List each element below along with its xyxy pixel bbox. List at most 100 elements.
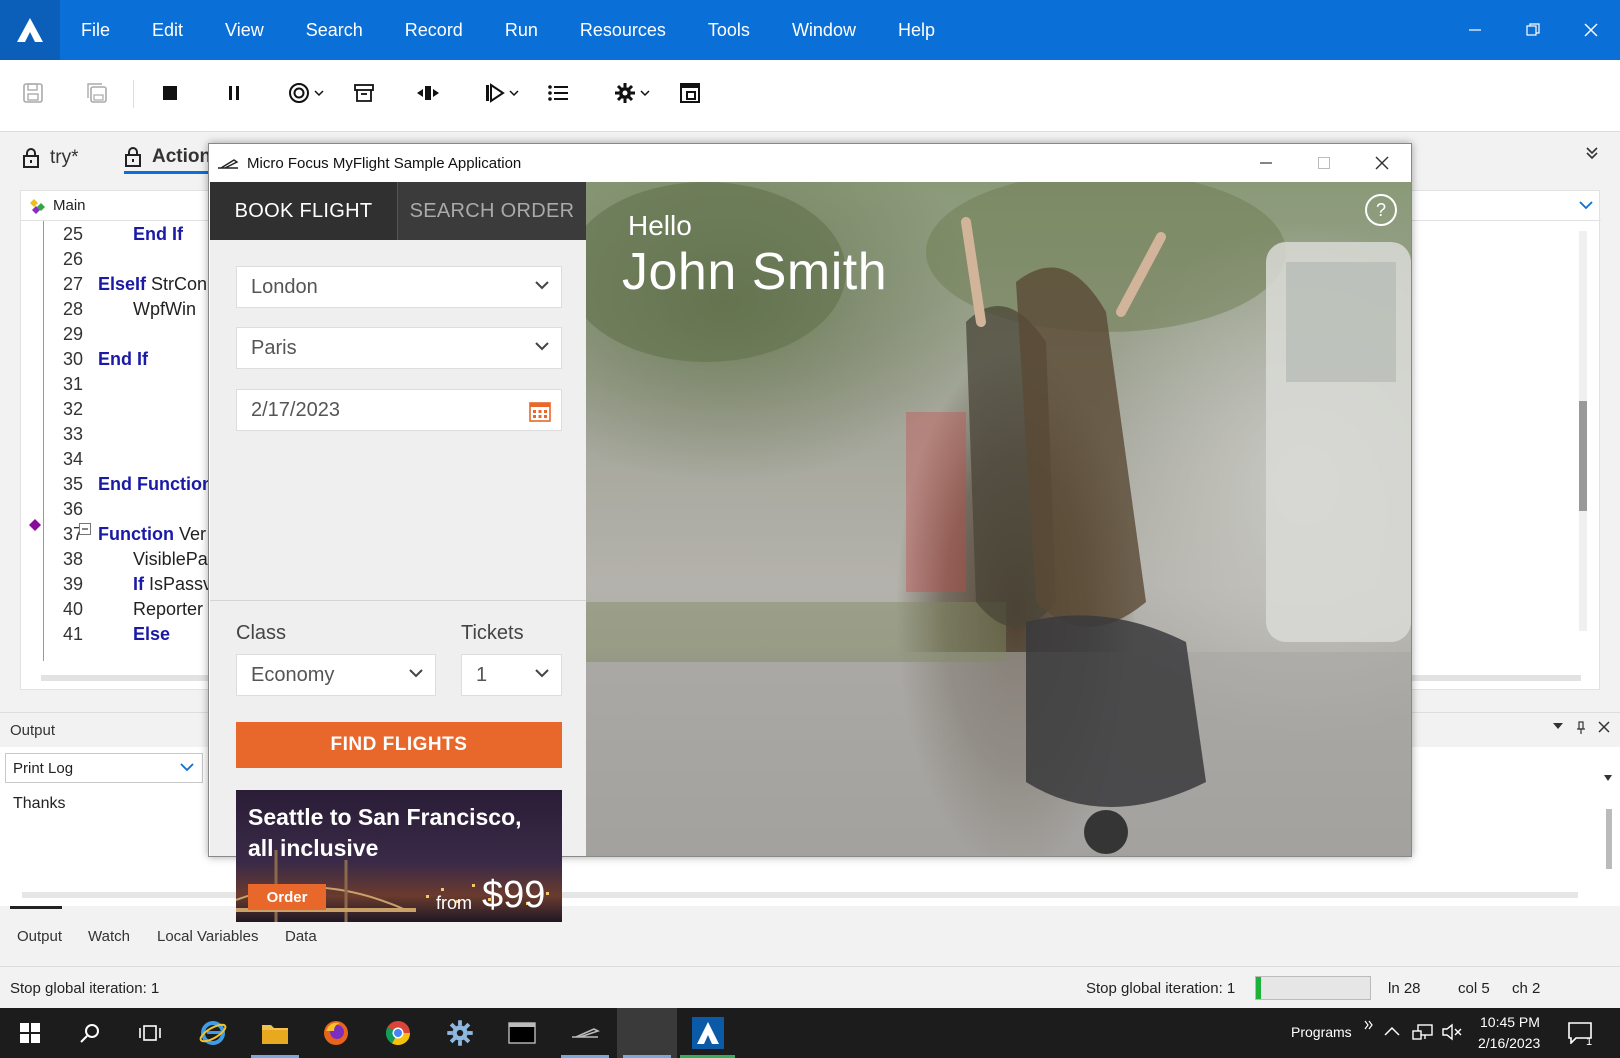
date-picker[interactable]: 2/17/2023 xyxy=(236,389,562,431)
tray-time[interactable]: 10:45 PM xyxy=(1480,1014,1540,1030)
taskbar-terminal[interactable] xyxy=(492,1008,552,1058)
code-line[interactable]: ElseIf StrCon xyxy=(98,271,207,297)
menu-file[interactable]: File xyxy=(60,0,131,60)
myflight-maximize-button[interactable] xyxy=(1295,144,1353,182)
taskbar-uft[interactable] xyxy=(680,1008,735,1058)
calendar-icon[interactable] xyxy=(529,400,551,422)
to-city-value: Paris xyxy=(251,336,297,359)
run-dropdown[interactable] xyxy=(482,78,522,108)
task-view-button[interactable] xyxy=(120,1008,180,1058)
save-all-icon[interactable] xyxy=(84,78,110,108)
promo-title: Seattle to San Francisco, all inclusive xyxy=(248,804,522,861)
line-number: 34 xyxy=(63,449,84,469)
code-line[interactable]: Else xyxy=(133,621,170,647)
code-line[interactable]: VisiblePa xyxy=(133,546,208,572)
tab-watch[interactable]: Watch xyxy=(88,928,130,945)
taskbar-chrome[interactable] xyxy=(368,1008,428,1058)
taskbar-firefox[interactable] xyxy=(306,1008,366,1058)
minimize-button[interactable] xyxy=(1446,0,1504,60)
menu-tools[interactable]: Tools xyxy=(687,0,771,60)
from-city-select[interactable]: London xyxy=(236,266,562,308)
menu-edit[interactable]: Edit xyxy=(131,0,204,60)
record-dropdown[interactable] xyxy=(286,78,326,108)
code-line[interactable]: End Function xyxy=(98,471,213,497)
myflight-window-controls xyxy=(1237,144,1411,182)
scroll-down-arrow-icon[interactable] xyxy=(1604,775,1612,781)
code-line[interactable]: End If xyxy=(133,221,183,247)
status-iteration: Stop global iteration: 1 xyxy=(1086,980,1236,997)
step-icon[interactable] xyxy=(414,78,442,108)
output-scroll-thumb[interactable] xyxy=(1606,809,1612,869)
status-line: ln 28 xyxy=(1388,980,1421,997)
menu-run[interactable]: Run xyxy=(484,0,559,60)
taskbar-active-window[interactable] xyxy=(617,1008,677,1058)
dropdown-arrow-icon[interactable] xyxy=(1552,721,1564,731)
stop-icon[interactable] xyxy=(158,78,182,108)
tab-book-flight[interactable]: BOOK FLIGHT xyxy=(210,182,398,240)
tray-programs[interactable]: Programs xyxy=(1291,1024,1352,1040)
promo-from-label: from xyxy=(436,893,472,913)
chevron-down-icon xyxy=(535,669,549,678)
promo-order-button[interactable]: Order xyxy=(248,884,326,910)
settings-dropdown[interactable] xyxy=(612,78,652,108)
network-icon[interactable] xyxy=(1412,1023,1434,1041)
collapse-icon[interactable] xyxy=(79,522,91,540)
menu-resources[interactable]: Resources xyxy=(559,0,687,60)
search-button[interactable] xyxy=(60,1008,120,1058)
myflight-close-button[interactable] xyxy=(1353,144,1411,182)
menu-view[interactable]: View xyxy=(204,0,285,60)
firefox-icon xyxy=(324,1021,348,1045)
chevron-down-icon xyxy=(180,763,194,772)
list-icon[interactable] xyxy=(546,78,570,108)
find-flights-button[interactable]: FIND FLIGHTS xyxy=(236,722,562,768)
menu-bar: File Edit View Search Record Run Resourc… xyxy=(0,0,1620,60)
close-button[interactable] xyxy=(1562,0,1620,60)
class-select[interactable]: Economy xyxy=(236,654,436,696)
chevron-up-icon[interactable] xyxy=(1384,1026,1400,1036)
menu-search[interactable]: Search xyxy=(285,0,384,60)
object-repository-icon[interactable] xyxy=(678,78,702,108)
line-number: 38 xyxy=(63,549,84,569)
tabs-overflow-icon[interactable] xyxy=(1586,146,1598,165)
menu-help[interactable]: Help xyxy=(877,0,956,60)
taskbar-settings-app[interactable] xyxy=(430,1008,490,1058)
tickets-value: 1 xyxy=(476,663,488,686)
help-icon[interactable]: ? xyxy=(1365,194,1397,226)
volume-muted-icon[interactable] xyxy=(1442,1023,1464,1041)
code-line[interactable]: End If xyxy=(98,346,148,372)
log-filter-select[interactable]: Print Log xyxy=(5,753,203,783)
tab-data[interactable]: Data xyxy=(285,928,317,945)
tray-date[interactable]: 2/16/2023 xyxy=(1478,1035,1540,1051)
archive-icon[interactable] xyxy=(352,78,376,108)
tab-output[interactable]: Output xyxy=(17,928,62,945)
taskbar-file-explorer[interactable] xyxy=(245,1008,305,1058)
menu-record[interactable]: Record xyxy=(384,0,484,60)
start-button[interactable] xyxy=(0,1008,60,1058)
tab-try[interactable]: try* xyxy=(22,142,79,174)
close-icon[interactable] xyxy=(1598,721,1610,733)
pin-icon[interactable] xyxy=(1576,721,1586,735)
taskbar-ie[interactable] xyxy=(183,1008,243,1058)
chevron-right-double-icon[interactable] xyxy=(1364,1020,1374,1030)
taskbar-myflight[interactable] xyxy=(555,1008,615,1058)
to-city-select[interactable]: Paris xyxy=(236,327,562,369)
tab-action[interactable]: Action xyxy=(124,142,212,174)
promo-banner[interactable]: Seattle to San Francisco, all inclusive … xyxy=(236,790,562,922)
pause-icon[interactable] xyxy=(222,78,246,108)
tab-search-order[interactable]: SEARCH ORDER xyxy=(398,182,586,240)
save-icon[interactable] xyxy=(20,78,46,108)
chevron-down-icon xyxy=(1579,201,1593,210)
tab-local-variables[interactable]: Local Variables xyxy=(157,928,258,945)
menu-window[interactable]: Window xyxy=(771,0,877,60)
restore-button[interactable] xyxy=(1504,0,1562,60)
code-line[interactable]: WpfWin xyxy=(133,296,196,322)
terminal-icon xyxy=(508,1022,536,1044)
code-line[interactable]: If IsPassv xyxy=(133,571,212,597)
line-number: 30 xyxy=(63,349,84,369)
editor-scroll-thumb[interactable] xyxy=(1579,401,1587,511)
code-line[interactable]: Function Ver xyxy=(98,521,206,547)
tickets-select[interactable]: 1 xyxy=(461,654,562,696)
code-line[interactable]: Reporter xyxy=(133,596,203,622)
myflight-minimize-button[interactable] xyxy=(1237,144,1295,182)
uft-logo-icon xyxy=(691,1017,724,1049)
